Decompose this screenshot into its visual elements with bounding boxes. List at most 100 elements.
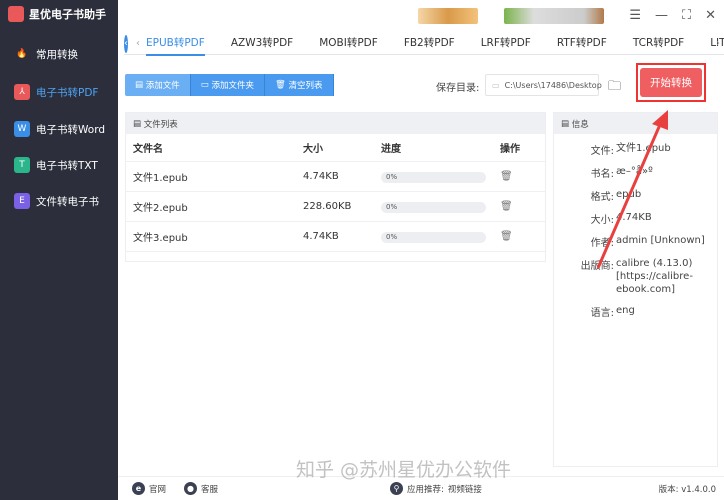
tab-3[interactable]: FB2转PDF (404, 31, 455, 56)
blurred-info (504, 8, 604, 24)
watermark: 知乎 @苏州星优办公软件 (296, 459, 512, 481)
info-value: epub (616, 189, 642, 200)
website-link[interactable]: e 官网 (132, 482, 166, 495)
info-panel: ▤ 信息 文件: 文件1.epub 书名: æ–°å»º 格式: epub 大小: 4.74K… (553, 112, 718, 467)
delete-icon[interactable]: 🗑 (500, 201, 513, 212)
format-tabs: ‹ ‹ EPUB转PDF AZW3转PDF MOBI转PDF FB2转PDF LRF转P… (124, 31, 724, 56)
tab-0[interactable]: EPUB转PDF (146, 31, 205, 56)
website-label: 官网 (149, 484, 167, 495)
info-key: 文件: (590, 146, 614, 157)
back-button[interactable]: ‹ (124, 34, 128, 53)
file-name: 文件3.epub (133, 233, 188, 244)
sidebar-item-2[interactable]: W 电子书转Word (14, 121, 105, 137)
blurred-username (418, 8, 478, 24)
fire-icon: 🔥 (16, 49, 28, 59)
recommend-link[interactable]: ⚲ 应用推荐: 视频链接 (390, 482, 482, 495)
info-title: 信息 (571, 119, 589, 130)
video-link[interactable]: 视频链接 (448, 483, 482, 495)
close-icon[interactable]: ✕ (705, 8, 716, 23)
info-row: 出版商: calibre (4.13.0) [https://calibre-eb… (554, 257, 717, 296)
save-path-input[interactable]: ▭ C:\Users\17486\Desktop (485, 74, 602, 96)
col-action: 操作 (500, 144, 520, 155)
window-controls: ☰ — ⛶ ✕ (629, 8, 716, 23)
tabs-prev-icon[interactable]: ‹ (136, 38, 140, 49)
info-row: 文件: 文件1.epub (554, 142, 717, 157)
tab-6[interactable]: TCR转PDF (633, 31, 684, 56)
maximize-icon[interactable]: ⛶ (682, 8, 691, 23)
tabs-next-icon[interactable]: › (716, 38, 720, 49)
col-progress: 进度 (381, 144, 401, 155)
app-logo-icon (8, 6, 24, 22)
settings-icon[interactable]: ☰ (629, 8, 641, 23)
info-key: 格式: (590, 192, 614, 203)
file-size: 4.74KB (303, 231, 339, 242)
ie-icon: e (132, 482, 145, 495)
folder-small-icon: ▭ (492, 80, 500, 90)
info-value: æ–°å»º (616, 166, 653, 177)
toolbar: ▤ 添加文件 ▭ 添加文件夹 🗑 清空列表 (125, 74, 334, 96)
info-row: 作者: admin [Unknown] (554, 234, 717, 249)
word-icon: W (14, 121, 30, 137)
add-folder-button[interactable]: ▭ 添加文件夹 (190, 74, 265, 96)
info-value: admin [Unknown] (616, 235, 705, 246)
info-key: 作者: (590, 238, 614, 249)
tab-5[interactable]: RTF转PDF (557, 31, 607, 56)
delete-icon[interactable]: 🗑 (500, 171, 513, 182)
file-size: 4.74KB (303, 171, 339, 182)
tab-4[interactable]: LRF转PDF (481, 31, 531, 56)
table-row[interactable]: 文件2.epub 228.60KB 0% 🗑 (126, 192, 545, 222)
col-size: 大小 (303, 144, 323, 155)
info-row: 大小: 4.74KB (554, 211, 717, 226)
clear-list-label: 清空列表 (288, 81, 323, 91)
main: ☰ — ⛶ ✕ ‹ ‹ EPUB转PDF AZW3转PDF MOBI转PDF FB2转… (118, 0, 724, 500)
info-value: calibre (4.13.0) [https://calibre-ebook.… (616, 258, 693, 295)
delete-icon[interactable]: 🗑 (500, 231, 513, 242)
sidebar-item-0[interactable]: 🔥 常用转换 (14, 46, 78, 62)
ebook-icon: E (14, 193, 30, 209)
sidebar: 星优电子书助手 🔥 常用转换 ⅄ 电子书转PDF W 电子书转Word T 电子书转TXT E 文… (0, 0, 118, 500)
sidebar-item-label: 文件转电子书 (36, 195, 99, 208)
sidebar-item-3[interactable]: T 电子书转TXT (14, 157, 98, 173)
chat-icon: ● (184, 482, 197, 495)
tab-2[interactable]: MOBI转PDF (319, 31, 378, 56)
app-title: 星优电子书助手 (29, 8, 106, 21)
info-key: 出版商: (580, 261, 614, 272)
info-value: 文件1.epub (616, 143, 671, 154)
start-convert-button[interactable]: 开始转换 (640, 68, 702, 97)
support-label: 客服 (201, 484, 219, 495)
progress-bar: 0% (381, 171, 486, 183)
file-size: 228.60KB (303, 201, 352, 212)
recommend-label: 应用推荐: (407, 484, 444, 495)
clear-list-button[interactable]: 🗑 清空列表 (265, 74, 334, 96)
info-header: ▤ 信息 (554, 113, 717, 134)
info-key: 大小: (590, 215, 614, 226)
file-list-header: ▤ 文件列表 (126, 113, 545, 134)
file-list-title: 文件列表 (143, 119, 178, 130)
progress-bar: 0% (381, 231, 486, 243)
add-folder-label: 添加文件夹 (211, 81, 254, 91)
info-value: eng (616, 305, 635, 316)
tab-1[interactable]: AZW3转PDF (231, 31, 293, 56)
save-path-value: C:\Users\17486\Desktop (504, 80, 602, 90)
info-key: 书名: (590, 169, 614, 180)
progress-value: 0% (386, 172, 398, 181)
minimize-icon[interactable]: — (655, 8, 668, 23)
browse-folder-icon[interactable]: 🗀 (608, 77, 621, 99)
table-row[interactable]: 文件3.epub 4.74KB 0% 🗑 (126, 222, 545, 252)
version-label: 版本: v1.4.0.0 (658, 484, 716, 495)
sidebar-item-label: 电子书转TXT (36, 159, 98, 172)
sidebar-item-label: 常用转换 (36, 48, 78, 61)
sidebar-item-1[interactable]: ⅄ 电子书转PDF (14, 84, 98, 100)
add-file-button[interactable]: ▤ 添加文件 (125, 74, 191, 96)
sidebar-item-4[interactable]: E 文件转电子书 (14, 193, 99, 209)
info-row: 格式: epub (554, 188, 717, 203)
save-dir-label: 保存目录: (436, 83, 480, 94)
file-list-panel: ▤ 文件列表 文件名 大小 进度 操作 文件1.epub 4.74KB 0% 🗑 文件2… (125, 112, 546, 262)
add-file-label: 添加文件 (145, 81, 180, 91)
support-link[interactable]: ● 客服 (184, 482, 218, 495)
info-value: 4.74KB (616, 212, 652, 223)
file-name: 文件2.epub (133, 203, 188, 214)
sidebar-item-label: 电子书转Word (36, 123, 105, 136)
info-row: 语言: eng (554, 304, 717, 319)
table-row[interactable]: 文件1.epub 4.74KB 0% 🗑 (126, 162, 545, 192)
